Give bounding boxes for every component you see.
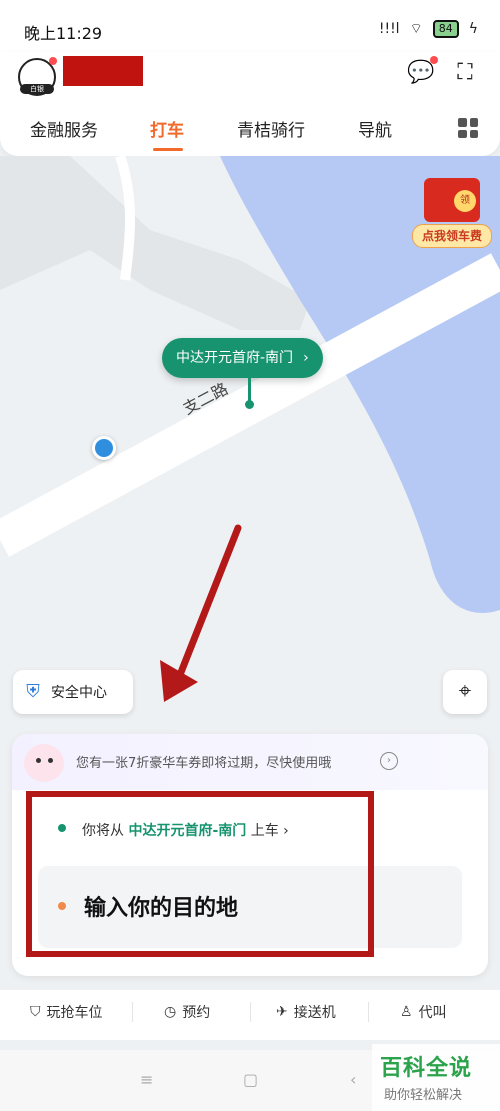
quick-actions-bar: ⛉ 玩抢车位 ◷ 预约 ✈ 接送机 ♙ 代叫 xyxy=(0,990,500,1040)
mascot-icon xyxy=(24,744,64,782)
coupon-text: 您有一张7折豪华车券即将过期，尽快使用哦 xyxy=(76,756,332,771)
message-icon[interactable]: 💬 xyxy=(406,56,438,88)
divider xyxy=(132,1002,133,1022)
top-header: 白银 💬 ⛶ 金融服务 打车 青桔骑行 导航 xyxy=(0,52,500,156)
message-dot xyxy=(430,56,438,64)
red-packet-icon: 领 xyxy=(424,178,480,222)
status-icons: !!!l ⌔ 84 ϟ xyxy=(379,20,478,38)
shield-icon: ⛨ xyxy=(26,681,40,702)
crosshair-icon: ⌖ xyxy=(458,679,472,704)
pickup-bubble-label: 中达开元首府-南门 xyxy=(176,350,294,366)
red-packet-promo[interactable]: 领 点我领车费 xyxy=(410,178,492,248)
battery-icon: 84 xyxy=(432,20,459,38)
airport-icon: ✈ xyxy=(276,1004,288,1020)
clock-icon: ◷ xyxy=(164,1004,177,1020)
scan-icon[interactable]: ⛶ xyxy=(450,58,480,88)
status-time: 晚上11:29 xyxy=(24,24,103,43)
watermark: 百科全说 助你轻松解决 xyxy=(372,1044,500,1111)
tab-taxi[interactable]: 打车 xyxy=(150,116,184,141)
quick-action-label: 玩抢车位 xyxy=(46,1005,103,1021)
quick-action-parking[interactable]: ⛉ 玩抢车位 xyxy=(30,990,103,1034)
tab-finance[interactable]: 金融服务 xyxy=(30,116,98,141)
service-tabs: 金融服务 打车 青桔骑行 导航 xyxy=(0,116,500,151)
member-badge: 白银 xyxy=(20,84,54,94)
current-location-icon xyxy=(92,436,116,460)
coin-icon: 领 xyxy=(454,190,476,212)
arrow-right-circle-icon: › xyxy=(380,752,398,770)
home-icon[interactable]: ▢ xyxy=(243,1070,258,1089)
quick-action-proxy[interactable]: ♙ 代叫 xyxy=(400,990,447,1034)
status-bar: 晚上11:29 !!!l ⌔ 84 ϟ xyxy=(0,0,500,52)
avatar[interactable]: 白银 xyxy=(18,57,57,96)
quick-action-airport[interactable]: ✈ 接送机 xyxy=(276,990,336,1034)
divider xyxy=(368,1002,369,1022)
wifi-icon: ⌔ xyxy=(409,21,423,37)
locate-button[interactable]: ⌖ xyxy=(443,670,487,714)
ticket-icon: ⛉ xyxy=(30,1004,41,1020)
notification-dot xyxy=(49,57,57,65)
safety-center-label: 安全中心 xyxy=(51,685,107,701)
username-redacted xyxy=(63,56,143,86)
active-tab-indicator xyxy=(153,148,183,151)
annotation-arrow xyxy=(160,524,242,702)
chevron-right-icon: › xyxy=(303,350,309,366)
pickup-pin-foot xyxy=(245,400,254,409)
annotation-frame xyxy=(26,791,374,957)
back-icon[interactable]: ‹ xyxy=(350,1070,356,1089)
watermark-subtitle: 助你轻松解决 xyxy=(384,1088,463,1103)
tab-navigation[interactable]: 导航 xyxy=(358,116,392,141)
charging-icon: ϟ xyxy=(468,21,478,37)
quick-action-label: 代叫 xyxy=(418,1005,447,1021)
quick-action-label: 预约 xyxy=(182,1005,211,1021)
quick-action-label: 接送机 xyxy=(293,1005,336,1021)
more-services-icon[interactable] xyxy=(458,118,478,138)
watermark-title: 百科全说 xyxy=(380,1056,473,1081)
signal-icon: !!!l xyxy=(378,21,400,37)
safety-center-button[interactable]: ⛨ 安全中心 xyxy=(13,670,133,714)
pickup-bubble[interactable]: 中达开元首府-南门 › xyxy=(162,338,323,378)
coupon-banner[interactable]: 您有一张7折豪华车券即将过期，尽快使用哦 › xyxy=(12,734,488,790)
menu-icon[interactable]: ≡ xyxy=(140,1070,153,1089)
red-packet-label: 点我领车费 xyxy=(412,224,492,248)
divider xyxy=(250,1002,251,1022)
tab-bike[interactable]: 青桔骑行 xyxy=(237,116,305,141)
quick-action-reserve[interactable]: ◷ 预约 xyxy=(164,990,210,1034)
person-icon: ♙ xyxy=(400,1004,413,1020)
